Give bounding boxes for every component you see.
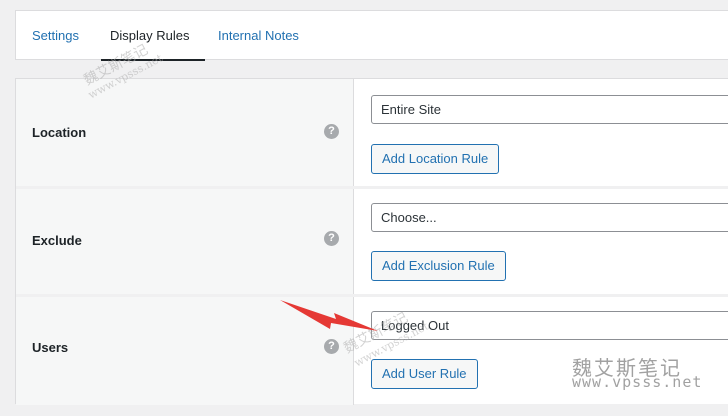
rule-label-cell: Exclude ? <box>16 189 354 294</box>
rule-row-users: Users ? Logged Out Add User Rule <box>16 297 728 405</box>
rule-label-cell: Users ? <box>16 297 354 405</box>
users-help-icon[interactable]: ? <box>324 339 339 354</box>
location-select[interactable]: Entire Site <box>371 95 728 124</box>
rule-label-cell: Location ? <box>16 79 354 186</box>
exclude-help-icon[interactable]: ? <box>324 231 339 246</box>
tab-display-rules-label: Display Rules <box>110 28 190 43</box>
active-tab-indicator <box>101 59 206 61</box>
tab-settings[interactable]: Settings <box>32 11 79 60</box>
add-user-rule-button[interactable]: Add User Rule <box>371 359 478 389</box>
location-label: Location <box>32 125 87 140</box>
display-rules-table: Location ? Entire Site Add Location Rule… <box>15 78 728 405</box>
add-location-rule-button[interactable]: Add Location Rule <box>371 144 500 174</box>
tab-internal-notes[interactable]: Internal Notes <box>218 11 299 60</box>
rule-row-location: Location ? Entire Site Add Location Rule <box>16 79 728 186</box>
location-help-icon[interactable]: ? <box>324 124 339 139</box>
exclude-select[interactable]: Choose... <box>371 203 728 232</box>
tabs-bar: Settings Display Rules Internal Notes <box>15 10 728 61</box>
exclude-label: Exclude <box>32 233 82 248</box>
users-select[interactable]: Logged Out <box>371 311 728 340</box>
tab-display-rules[interactable]: Display Rules <box>101 11 206 61</box>
add-exclusion-rule-button[interactable]: Add Exclusion Rule <box>371 251 506 281</box>
rule-row-exclude: Exclude ? Choose... Add Exclusion Rule <box>16 189 728 294</box>
users-label: Users <box>32 340 69 355</box>
